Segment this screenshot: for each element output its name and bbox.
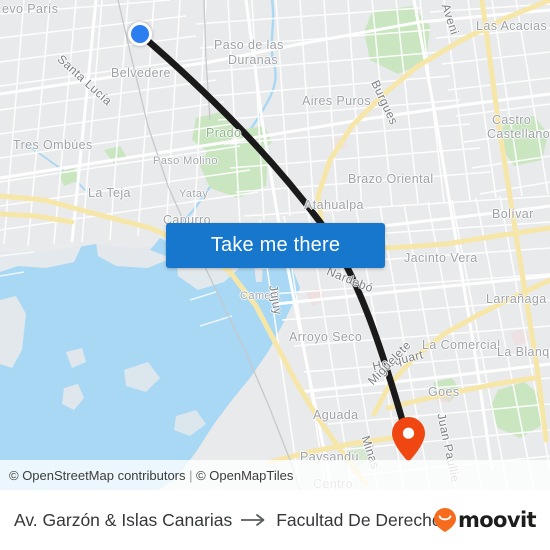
moovit-wordmark: moovit (457, 508, 537, 532)
destination-pin-marker[interactable] (392, 417, 425, 462)
map-attribution: © OpenStreetMap contributors | © OpenMap… (0, 460, 550, 490)
map-canvas[interactable]: evo París Paso de las Duranas Las Acacias Be… (0, 0, 550, 490)
origin-dot-marker[interactable] (128, 22, 152, 46)
moovit-pin-icon (433, 508, 456, 532)
route-summary: Av. Garzón & Islas Canarias Facultad De … (14, 509, 442, 531)
arrow-right-icon (241, 514, 265, 526)
attribution-separator: | (185, 467, 197, 483)
moovit-route-card: evo París Paso de las Duranas Las Acacias Be… (0, 0, 550, 550)
route-footer: Av. Garzón & Islas Canarias Facultad De … (0, 490, 550, 550)
attribution-osm[interactable]: © OpenStreetMap contributors (9, 468, 186, 483)
origin-station-label: Av. Garzón & Islas Canarias (14, 509, 233, 530)
destination-station-label: Facultad De Derecho (276, 509, 442, 530)
attribution-openmaptiles[interactable]: © OpenMapTiles (196, 468, 293, 483)
take-me-there-button[interactable]: Take me there (166, 223, 385, 268)
moovit-logo[interactable]: moovit (433, 508, 537, 532)
